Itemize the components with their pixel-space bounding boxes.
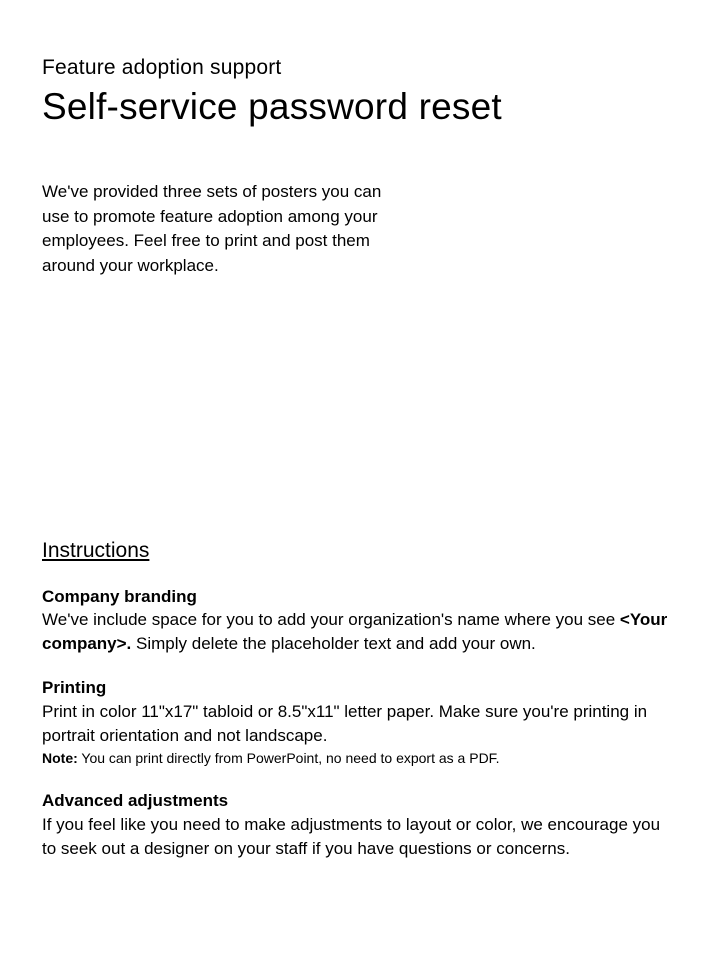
section-body: Print in color 11"x17" tabloid or 8.5"x1… (42, 700, 678, 748)
note-body: You can print directly from PowerPoint, … (78, 750, 500, 766)
section-printing: Printing Print in color 11"x17" tabloid … (42, 676, 678, 769)
overline-text: Feature adoption support (42, 56, 678, 80)
body-text-pre: We've include space for you to add your … (42, 610, 620, 629)
section-company-branding: Company branding We've include space for… (42, 585, 678, 656)
document-page: Feature adoption support Self-service pa… (0, 0, 720, 960)
section-note: Note: You can print directly from PowerP… (42, 749, 678, 769)
section-heading: Advanced adjustments (42, 789, 678, 813)
section-advanced-adjustments: Advanced adjustments If you feel like yo… (42, 789, 678, 860)
body-text-post: Simply delete the placeholder text and a… (131, 634, 535, 653)
section-heading: Company branding (42, 585, 678, 609)
instructions-heading: Instructions (42, 539, 678, 563)
page-title: Self-service password reset (42, 86, 678, 128)
note-label: Note: (42, 750, 78, 766)
section-body: If you feel like you need to make adjust… (42, 813, 678, 861)
section-heading: Printing (42, 676, 678, 700)
intro-paragraph: We've provided three sets of posters you… (42, 180, 412, 279)
vertical-spacer (42, 279, 678, 539)
section-body: We've include space for you to add your … (42, 608, 678, 656)
